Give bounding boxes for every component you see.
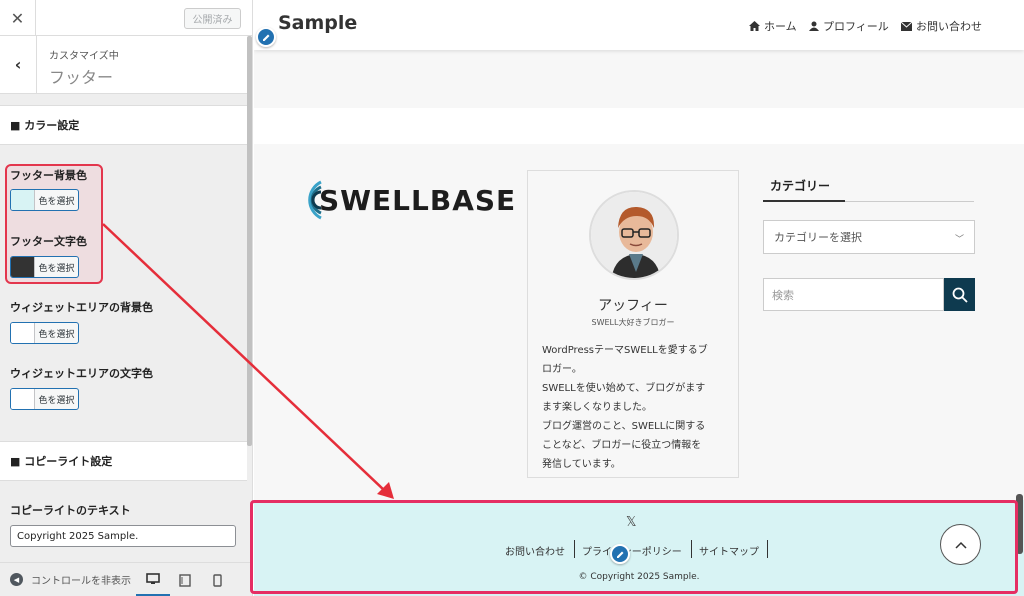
nav-label: ホーム	[764, 20, 797, 33]
x-social-icon[interactable]: 𝕏	[626, 515, 636, 530]
footer-link-sitemap[interactable]: サイトマップ	[699, 543, 759, 558]
footer-separator	[691, 540, 692, 558]
chevron-up-icon	[954, 541, 967, 549]
category-widget-title: カテゴリー	[770, 179, 831, 193]
color-swatch	[11, 389, 35, 409]
profile-name: アッフィー	[598, 298, 668, 314]
color-button-label: 色を選択	[38, 395, 75, 406]
color-button-label: 色を選択	[38, 196, 75, 207]
envelope-icon	[901, 21, 912, 31]
bio-line: ことなど、ブロガーに役立つ情報を	[542, 440, 702, 451]
site-title[interactable]: Sample	[278, 12, 357, 34]
category-select[interactable]: カテゴリーを選択 ﹀	[763, 220, 975, 254]
tablet-preview-icon[interactable]	[168, 563, 202, 596]
color-swatch	[11, 257, 35, 277]
nav-home[interactable]: ホーム	[749, 18, 797, 34]
profile-subtitle: SWELL大好きブロガー	[591, 318, 675, 327]
footer-separator	[767, 540, 768, 558]
sidebar-topbar: ✕ 公開済み	[0, 0, 252, 36]
color-button-label: 色を選択	[38, 263, 75, 274]
edit-shortcut-pencil-icon[interactable]	[256, 27, 276, 47]
content-band	[254, 108, 1024, 144]
user-icon	[809, 21, 819, 31]
color-swatch	[11, 190, 35, 210]
nav-label: プロフィール	[823, 20, 889, 33]
back-icon[interactable]: ‹	[0, 36, 37, 93]
bio-line: ブログ運営のこと、SWELLに関する	[542, 421, 706, 432]
hide-controls-button[interactable]: ◀ コントロールを非表示	[10, 572, 131, 587]
hide-controls-label: コントロールを非表示	[31, 576, 131, 587]
panel-header: ‹ カスタマイズ中 フッター	[0, 36, 252, 94]
back-to-top-button[interactable]	[940, 524, 981, 565]
profile-bio: WordPressテーマSWELLを愛するブ ロガー。 SWELLを使い始めて、…	[542, 341, 728, 474]
footer-separator	[574, 540, 575, 558]
site-preview: Sample ホーム プロフィール お問い合わせ SWELLBASE アッフィー…	[254, 0, 1024, 596]
avatar	[589, 190, 679, 280]
customizer-window: ✕ 公開済み ‹ カスタマイズ中 フッター ■ カラー設定 フッター背景色 色を…	[0, 0, 1024, 596]
chevron-down-icon: ﹀	[954, 235, 964, 245]
copyright-text-label: コピーライトのテキスト	[10, 504, 131, 517]
swellbase-logo: SWELLBASE	[299, 178, 516, 222]
footer-link-privacy[interactable]: プライバシーポリシー	[582, 543, 682, 558]
panel-title: フッター	[49, 68, 114, 87]
copyright-text-input[interactable]: Copyright 2025 Sample.	[10, 525, 236, 547]
close-icon[interactable]: ✕	[0, 0, 36, 36]
sidebar-scrollbar[interactable]	[247, 36, 252, 446]
customizer-sidebar: ✕ 公開済み ‹ カスタマイズ中 フッター ■ カラー設定 フッター背景色 色を…	[0, 0, 253, 596]
site-header: Sample ホーム プロフィール お問い合わせ	[254, 0, 1024, 50]
preview-scrollbar[interactable]	[1016, 494, 1023, 554]
mobile-preview-icon[interactable]	[200, 563, 234, 596]
publish-button[interactable]: 公開済み	[184, 8, 241, 29]
bio-line: ロガー。	[542, 364, 582, 375]
divider-accent	[763, 200, 845, 202]
widget-text-color-button[interactable]: 色を選択	[10, 388, 79, 410]
nav-profile[interactable]: プロフィール	[809, 18, 889, 34]
desktop-preview-icon[interactable]	[136, 563, 170, 596]
section-copyright-settings: ■ コピーライト設定	[0, 441, 247, 481]
search-input[interactable]: 検索	[763, 278, 944, 311]
search-button[interactable]	[944, 278, 975, 311]
sidebar-footer: ◀ コントロールを非表示	[0, 562, 252, 596]
profile-card: アッフィー SWELL大好きブロガー WordPressテーマSWELLを愛する…	[527, 170, 739, 478]
color-swatch	[11, 323, 35, 343]
footer-copyright: © Copyright 2025 Sample.	[578, 572, 700, 582]
footer-bg-color-button[interactable]: 色を選択	[10, 189, 79, 211]
bio-line: WordPressテーマSWELLを愛するブ	[542, 345, 708, 356]
collapse-icon: ◀	[10, 573, 23, 586]
bio-line: SWELLを使い始めて、ブログがます	[542, 383, 706, 394]
category-select-value: カテゴリーを選択	[774, 231, 862, 244]
footer-link-contact[interactable]: お問い合わせ	[505, 543, 565, 558]
bio-line: ます楽しくなりました。	[542, 402, 652, 413]
nav-label: お問い合わせ	[916, 20, 982, 33]
footer-text-label: フッター文字色	[10, 235, 87, 248]
widget-bg-color-button[interactable]: 色を選択	[10, 322, 79, 344]
footer-text-color-button[interactable]: 色を選択	[10, 256, 79, 278]
panel-header-sub: カスタマイズ中	[49, 51, 119, 62]
logo-text: SWELLBASE	[319, 183, 517, 217]
widget-text-label: ウィジェットエリアの文字色	[10, 367, 153, 380]
home-icon	[749, 21, 760, 31]
color-button-label: 色を選択	[38, 329, 75, 340]
search-icon	[952, 287, 968, 303]
section-color-settings: ■ カラー設定	[0, 105, 247, 145]
footer-bg-label: フッター背景色	[10, 169, 87, 182]
nav-contact[interactable]: お問い合わせ	[901, 18, 982, 34]
edit-shortcut-pencil-icon[interactable]	[610, 544, 630, 564]
widget-bg-label: ウィジェットエリアの背景色	[10, 301, 153, 314]
bio-line: 発信しています。	[542, 459, 621, 470]
